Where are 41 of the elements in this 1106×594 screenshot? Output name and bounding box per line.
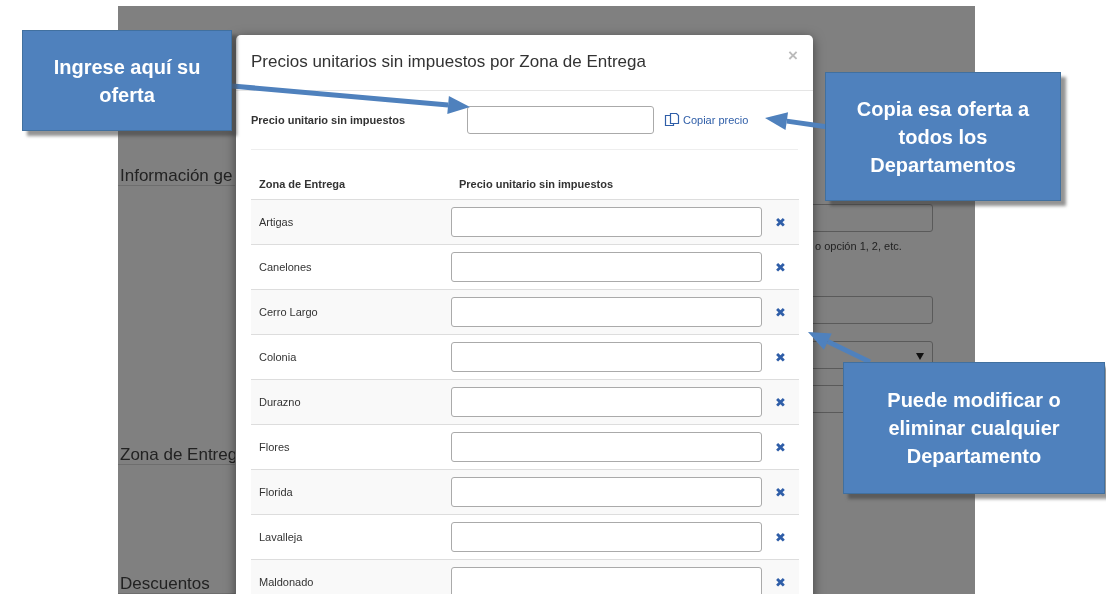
price-input[interactable] (451, 297, 762, 327)
price-input[interactable] (451, 252, 762, 282)
callout-box: Ingrese aquí su oferta (22, 30, 232, 131)
callout-box: Puede modificar o eliminar cualquier Departamento (843, 362, 1105, 494)
remove-button[interactable]: ✖ (775, 574, 786, 590)
remove-button[interactable]: ✖ (775, 259, 786, 275)
column-header: Zona de Entrega (251, 169, 451, 200)
zone-name: Colonia (259, 351, 297, 363)
modal-title: Precios unitarios sin impuestos por Zona de Entrega (251, 52, 646, 72)
zone-name: Canelones (259, 261, 312, 273)
price-input[interactable] (451, 522, 762, 552)
zone-name: Lavalleja (259, 531, 303, 543)
callout-box: Copia esa oferta a todos los Departamentos (825, 72, 1061, 201)
copy-price-link[interactable]: Copiar precio (664, 112, 749, 128)
remove-button[interactable]: ✖ (775, 394, 786, 410)
remove-button[interactable]: ✖ (775, 484, 786, 500)
section-label: Descuentos (118, 572, 235, 594)
price-input[interactable] (451, 432, 762, 462)
column-header: Precio unitario sin impuestos (451, 169, 799, 200)
remove-button[interactable]: ✖ (775, 529, 786, 545)
zone-name: Cerro Largo (259, 306, 318, 318)
price-input[interactable] (451, 477, 762, 507)
price-input[interactable] (451, 342, 762, 372)
field-hint: o opción 1, 2, etc. (815, 240, 903, 252)
section-label: Información ge (118, 164, 235, 186)
zone-name: Maldonado (259, 576, 314, 589)
zone-name: Artigas (259, 216, 294, 228)
remove-button[interactable]: ✖ (775, 439, 786, 455)
remove-button[interactable]: ✖ (775, 304, 786, 320)
zone-name: Durazno (259, 396, 301, 408)
price-input[interactable] (451, 567, 762, 594)
price-input[interactable] (467, 106, 654, 134)
arrow (808, 332, 872, 365)
copy-icon (664, 112, 680, 128)
price-input[interactable] (451, 207, 762, 237)
field-label: Precio unitario sin impuestos (251, 114, 407, 126)
price-input[interactable] (451, 387, 762, 417)
remove-button[interactable]: ✖ (775, 214, 786, 230)
zone-name: Florida (259, 486, 293, 498)
remove-button[interactable]: ✖ (775, 349, 786, 365)
zone-name: Flores (259, 441, 290, 453)
